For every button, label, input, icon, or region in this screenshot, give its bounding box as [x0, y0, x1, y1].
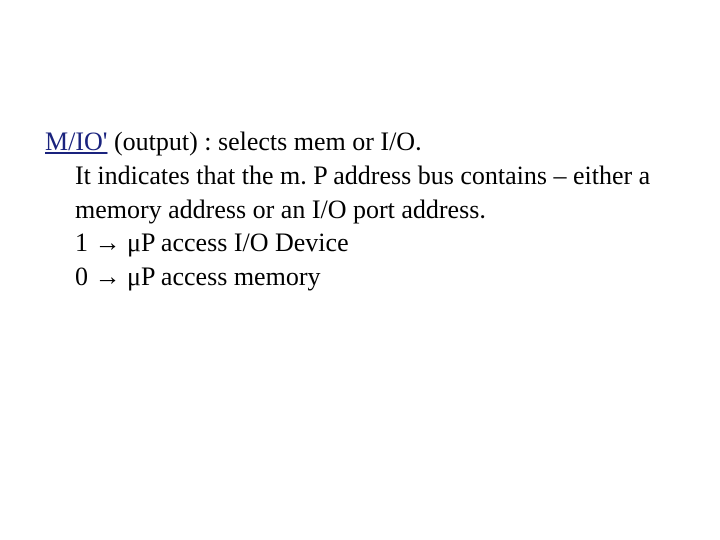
logic-low-line: 0 → μP access memory — [75, 260, 675, 294]
signal-heading-line: M/IO' (output) : selects mem or I/O. — [45, 125, 675, 159]
signal-desc: (output) : selects mem or I/O. — [107, 127, 421, 156]
slide-body: M/IO' (output) : selects mem or I/O. It … — [0, 0, 720, 294]
signal-name: M/IO' — [45, 127, 107, 156]
signal-description: It indicates that the m. P address bus c… — [75, 159, 675, 227]
logic-high-line: 1 → μP access I/O Device — [75, 226, 675, 260]
